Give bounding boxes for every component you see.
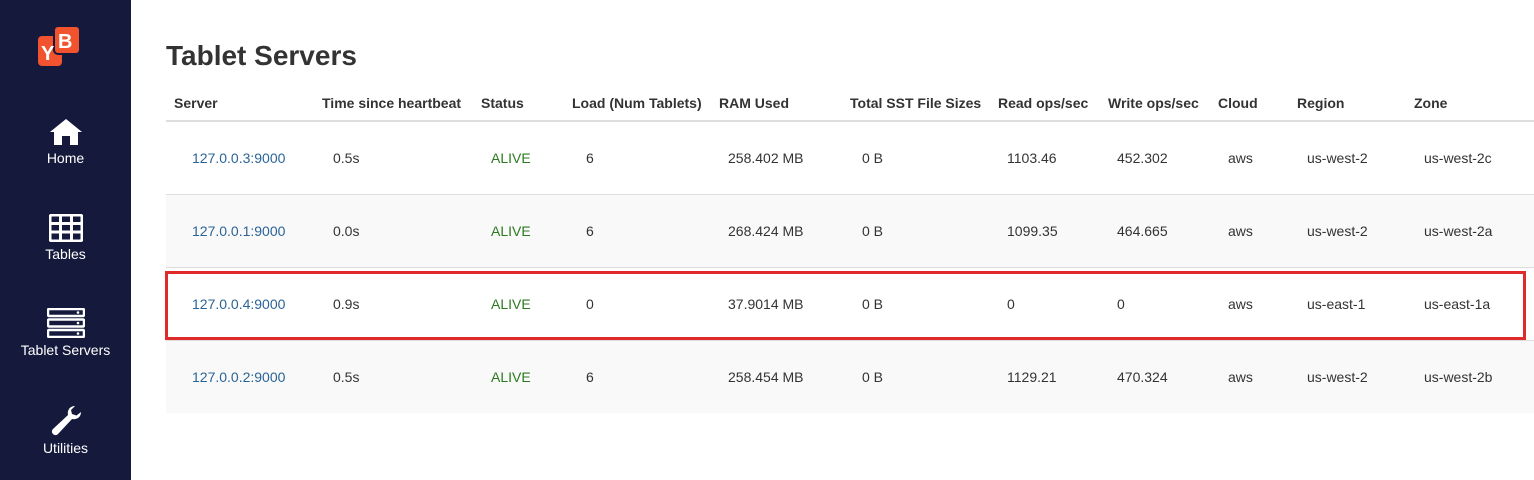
table-row: 127.0.0.2:9000 0.5s ALIVE 6 258.454 MB 0…	[166, 340, 1534, 413]
cloud-cell: aws	[1210, 267, 1289, 341]
server-link[interactable]: 127.0.0.2:9000	[192, 369, 285, 385]
sst-size-cell: 0 B	[842, 194, 990, 268]
column-header[interactable]: Time since heartbeat	[314, 86, 473, 122]
load-cell: 6	[564, 340, 711, 413]
main-content: Tablet Servers Server Time since heartbe…	[131, 0, 1534, 480]
server-icon	[46, 308, 85, 338]
zone-cell: us-west-2c	[1406, 120, 1534, 195]
ram-cell: 37.9014 MB	[711, 267, 842, 341]
load-cell: 6	[564, 120, 711, 195]
table-row: 127.0.0.3:9000 0.5s ALIVE 6 258.402 MB 0…	[166, 120, 1534, 195]
column-header[interactable]: Server	[166, 86, 314, 122]
read-ops-cell: 0	[990, 267, 1100, 341]
column-header[interactable]: Cloud	[1210, 86, 1289, 122]
server-link[interactable]: 127.0.0.1:9000	[192, 223, 285, 239]
column-header[interactable]: Load (Num Tablets)	[564, 86, 711, 122]
heartbeat-cell: 0.9s	[314, 267, 473, 341]
write-ops-cell: 0	[1100, 267, 1210, 341]
sidebar: Y B Home Tables Tablet Servers Utilities	[0, 0, 131, 480]
load-cell: 6	[564, 194, 711, 268]
status-cell: ALIVE	[473, 340, 564, 413]
table-row: 127.0.0.4:9000 0.9s ALIVE 0 37.9014 MB 0…	[166, 267, 1534, 341]
column-header[interactable]: RAM Used	[711, 86, 842, 122]
read-ops-cell: 1129.21	[990, 340, 1100, 413]
svg-text:Y: Y	[41, 43, 55, 65]
home-icon	[49, 119, 82, 145]
heartbeat-cell: 0.5s	[314, 120, 473, 195]
status-cell: ALIVE	[473, 267, 564, 341]
sidebar-item-tables[interactable]: Tables	[0, 214, 131, 262]
page-title: Tablet Servers	[166, 40, 357, 71]
sidebar-item-utilities[interactable]: Utilities	[0, 404, 131, 456]
write-ops-cell: 470.324	[1100, 340, 1210, 413]
sidebar-item-label: Utilities	[42, 440, 89, 456]
yb-logo[interactable]: Y B	[36, 26, 82, 68]
region-cell: us-east-1	[1289, 267, 1406, 341]
table-body: 127.0.0.3:9000 0.5s ALIVE 6 258.402 MB 0…	[166, 120, 1534, 413]
region-cell: us-west-2	[1289, 194, 1406, 268]
heartbeat-cell: 0.0s	[314, 194, 473, 268]
column-header[interactable]: Status	[473, 86, 564, 122]
zone-cell: us-west-2b	[1406, 340, 1534, 413]
read-ops-cell: 1099.35	[990, 194, 1100, 268]
tablet-servers-table: Server Time since heartbeat Status Load …	[166, 86, 1534, 413]
region-cell: us-west-2	[1289, 340, 1406, 413]
write-ops-cell: 452.302	[1100, 120, 1210, 195]
table-row: 127.0.0.1:9000 0.0s ALIVE 6 268.424 MB 0…	[166, 194, 1534, 268]
cloud-cell: aws	[1210, 194, 1289, 268]
ram-cell: 268.424 MB	[711, 194, 842, 268]
column-header[interactable]: Read ops/sec	[990, 86, 1100, 122]
sidebar-item-label: Tablet Servers	[20, 342, 111, 358]
sidebar-item-label: Tables	[45, 246, 86, 262]
column-header[interactable]: Zone	[1406, 86, 1534, 122]
server-link[interactable]: 127.0.0.3:9000	[192, 150, 285, 166]
sst-size-cell: 0 B	[842, 120, 990, 195]
status-cell: ALIVE	[473, 120, 564, 195]
ram-cell: 258.454 MB	[711, 340, 842, 413]
svg-text:B: B	[58, 31, 72, 53]
load-cell: 0	[564, 267, 711, 341]
column-header[interactable]: Write ops/sec	[1100, 86, 1210, 122]
sidebar-item-tablet-servers[interactable]: Tablet Servers	[0, 308, 131, 358]
heartbeat-cell: 0.5s	[314, 340, 473, 413]
sidebar-item-home[interactable]: Home	[0, 118, 131, 166]
zone-cell: us-west-2a	[1406, 194, 1534, 268]
sst-size-cell: 0 B	[842, 340, 990, 413]
table-icon	[48, 214, 83, 242]
sidebar-item-label: Home	[46, 150, 85, 166]
zone-cell: us-east-1a	[1406, 267, 1534, 341]
region-cell: us-west-2	[1289, 120, 1406, 195]
server-link[interactable]: 127.0.0.4:9000	[192, 296, 285, 312]
cloud-cell: aws	[1210, 340, 1289, 413]
table-header-row: Server Time since heartbeat Status Load …	[166, 86, 1534, 122]
write-ops-cell: 464.665	[1100, 194, 1210, 268]
wrench-icon	[51, 406, 81, 436]
ram-cell: 258.402 MB	[711, 120, 842, 195]
read-ops-cell: 1103.46	[990, 120, 1100, 195]
column-header[interactable]: Total SST File Sizes	[842, 86, 990, 122]
status-cell: ALIVE	[473, 194, 564, 268]
sst-size-cell: 0 B	[842, 267, 990, 341]
column-header[interactable]: Region	[1289, 86, 1406, 122]
cloud-cell: aws	[1210, 120, 1289, 195]
